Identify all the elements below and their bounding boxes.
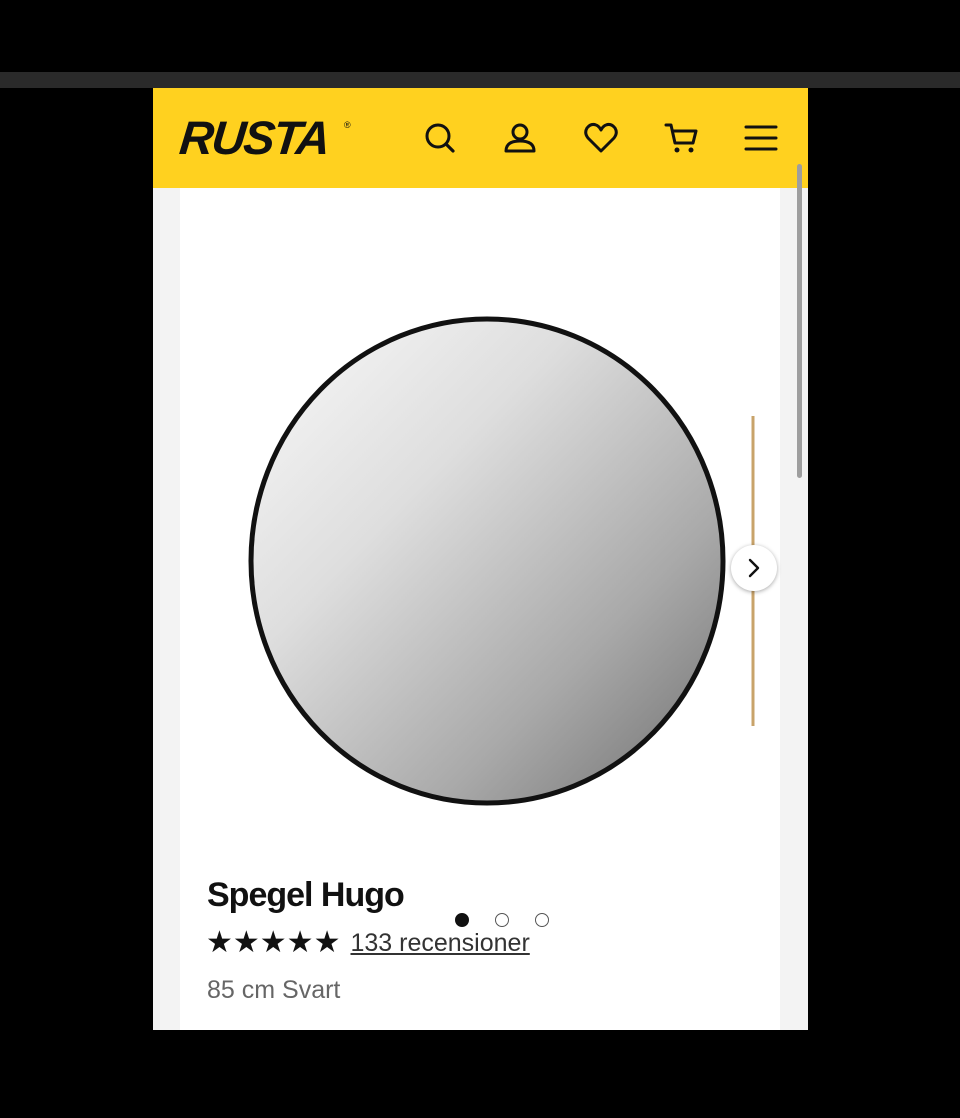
window-top-bar — [0, 72, 960, 88]
page-scrollbar[interactable] — [797, 164, 802, 478]
gallery-dot-2[interactable] — [495, 913, 509, 927]
mirror-product-image — [180, 188, 780, 848]
trademark-icon: ® — [344, 120, 351, 130]
menu-icon — [744, 125, 778, 151]
account-button[interactable] — [498, 116, 542, 160]
search-button[interactable] — [418, 116, 462, 160]
product-title: Spegel Hugo — [207, 876, 405, 914]
rusta-logo[interactable]: RUSTA — [177, 110, 331, 165]
cart-icon — [664, 123, 698, 153]
site-header: RUSTA ® — [153, 88, 808, 188]
product-image-gallery[interactable] — [180, 188, 780, 848]
product-variant: 85 cm Svart — [207, 976, 341, 1004]
heart-icon — [584, 122, 618, 153]
gallery-dot-1[interactable] — [455, 913, 469, 927]
search-icon — [425, 123, 455, 153]
reviews-link[interactable]: 133 recensioner — [350, 929, 529, 958]
gallery-pagination — [455, 913, 549, 927]
menu-button[interactable] — [739, 116, 783, 160]
chevron-right-icon — [748, 558, 760, 578]
next-image-button[interactable] — [731, 545, 777, 591]
rating-stars-icon: ★★★★★ — [206, 926, 341, 959]
product-rating: ★★★★★ 133 recensioner — [206, 926, 530, 960]
favorites-button[interactable] — [579, 116, 623, 160]
cart-button[interactable] — [660, 116, 704, 160]
account-icon — [504, 123, 536, 153]
mobile-page: RUSTA ® Spegel Hugo ★★★★★ 133 recensione… — [153, 88, 808, 1030]
gallery-dot-3[interactable] — [535, 913, 549, 927]
